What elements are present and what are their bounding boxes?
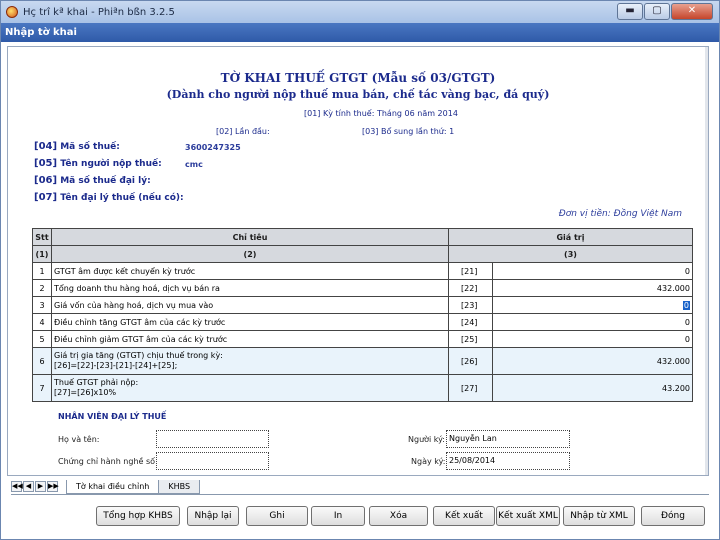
header-value: Giá trị: [448, 228, 693, 246]
certificate-input[interactable]: [156, 452, 269, 470]
row-desc-line: Giá trị gia tăng (GTGT) chịu thuế trong …: [54, 351, 223, 360]
table-row: 3 Giá vốn của hàng hoá, dịch vụ mua vào …: [32, 296, 693, 314]
import-xml-button[interactable]: Nhập từ XML: [563, 506, 635, 526]
selected-value[interactable]: 0: [682, 300, 690, 310]
taxpayer-label: [05] Tên người nộp thuế:: [34, 158, 162, 169]
delete-button[interactable]: Xóa: [369, 506, 428, 526]
row-code: [27]: [448, 374, 493, 402]
form-subheading: (Dành cho người nộp thuế mua bán, chế tá…: [166, 88, 550, 101]
row-value-input[interactable]: 432.000: [492, 279, 693, 297]
row-desc: GTGT âm được kết chuyển kỳ trước: [51, 262, 449, 280]
row-value-input[interactable]: 0: [492, 330, 693, 348]
taxpayer-value: cmc: [185, 160, 203, 169]
row-desc: Giá vốn của hàng hoá, dịch vụ mua vào: [51, 296, 449, 314]
table-row: 2 Tổng doanh thu hàng hoá, dịch vụ bán r…: [32, 279, 693, 297]
tax-id-label: [04] Mã số thuế:: [34, 141, 120, 152]
first-tab-button[interactable]: ◀◀: [11, 481, 23, 492]
action-buttons: Tổng hợp KHBS Nhập lại Ghi In Xóa Kết xu…: [1, 506, 719, 528]
row-desc: Giá trị gia tăng (GTGT) chịu thuế trong …: [51, 347, 449, 375]
tab-khbs[interactable]: KHBS: [158, 479, 201, 494]
row-formula: [27]=[26]x10%: [54, 388, 117, 397]
row-code: [22]: [448, 279, 493, 297]
row-code: [26]: [448, 347, 493, 375]
app-logo-icon: [6, 6, 18, 18]
sheet-tabs: ◀◀ ◀ ▶ ▶▶ Tờ khai điều chỉnh KHBS: [11, 479, 711, 494]
row-code: [21]: [448, 262, 493, 280]
export-button[interactable]: Kết xuất: [433, 506, 495, 526]
window-title: Hç trî kª khai - Phiªn bßn 3.2.5: [23, 6, 175, 18]
first-time-label: [02] Lần đầu:: [216, 127, 270, 136]
row-value-input[interactable]: 0: [492, 313, 693, 331]
row-code: [25]: [448, 330, 493, 348]
declaration-table: Stt Chỉ tiêu Giá trị (1) (2) (3) 1 GTGT …: [32, 228, 693, 402]
subheader-1: (1): [32, 245, 52, 263]
agent-section-title: NHÂN VIÊN ĐẠI LÝ THUẾ: [58, 412, 167, 421]
table-row: 1 GTGT âm được kết chuyển kỳ trước [21] …: [32, 262, 693, 280]
maximize-button[interactable]: ▢: [644, 3, 670, 20]
summary-khbs-button[interactable]: Tổng hợp KHBS: [96, 506, 180, 526]
app-window: Hç trî kª khai - Phiªn bßn 3.2.5 ▬ ▢ ✕ N…: [0, 0, 720, 540]
row-stt: 2: [32, 279, 52, 297]
declaration-form: TỜ KHAI THUẾ GTGT (Mẫu số 03/GTGT) (Dành…: [7, 46, 709, 476]
row-desc: Thuế GTGT phải nộp: [27]=[26]x10%: [51, 374, 449, 402]
table-subheader-row: (1) (2) (3): [32, 245, 693, 263]
subheader-3: (3): [448, 245, 693, 263]
title-bar[interactable]: Hç trî kª khai - Phiªn bßn 3.2.5 ▬ ▢ ✕: [1, 1, 719, 23]
row-code: [24]: [448, 313, 493, 331]
next-tab-button[interactable]: ▶: [35, 481, 46, 492]
form-heading: TỜ KHAI THUẾ GTGT (Mẫu số 03/GTGT): [220, 71, 496, 85]
tab-adjusted-declaration[interactable]: Tờ khai điều chỉnh: [66, 479, 160, 494]
header-stt: Stt: [32, 228, 52, 246]
print-button[interactable]: In: [311, 506, 365, 526]
row-code: [23]: [448, 296, 493, 314]
sign-date-label: Ngày ký:: [411, 457, 446, 466]
table-row: 4 Điều chỉnh tăng GTGT âm của các kỳ trư…: [32, 313, 693, 331]
row-value-input[interactable]: 0: [492, 262, 693, 280]
row-desc: Điều chỉnh giảm GTGT âm của các kỳ trước: [51, 330, 449, 348]
header-indicator: Chỉ tiêu: [51, 228, 449, 246]
row-value: 432.000: [492, 347, 693, 375]
agent-name-label: [07] Tên đại lý thuế (nếu có):: [34, 192, 184, 203]
window-controls: ▬ ▢ ✕: [617, 3, 713, 20]
row-stt: 4: [32, 313, 52, 331]
sign-date-input[interactable]: 25/08/2014: [446, 452, 570, 470]
form-caption: Nhập tờ khai: [1, 23, 719, 42]
tab-divider: [11, 494, 709, 495]
agent-name-input[interactable]: [156, 430, 269, 448]
tax-period: [01] Kỳ tính thuế: Tháng 06 năm 2014: [304, 109, 458, 118]
export-xml-button[interactable]: Kết xuất XML: [496, 506, 560, 526]
agent-tax-id-label: [06] Mã số thuế đại lý:: [34, 175, 151, 186]
close-button[interactable]: Đóng: [641, 506, 705, 526]
row-stt: 1: [32, 262, 52, 280]
row-stt: 6: [32, 347, 52, 375]
supplement-label: [03] Bổ sung lần thứ: 1: [362, 127, 455, 136]
signer-input[interactable]: Nguyễn Lan: [446, 430, 570, 448]
certificate-label: Chứng chỉ hành nghề số: [58, 457, 156, 466]
close-window-button[interactable]: ✕: [671, 3, 713, 20]
minimize-button[interactable]: ▬: [617, 3, 643, 20]
row-desc: Tổng doanh thu hàng hoá, dịch vụ bán ra: [51, 279, 449, 297]
agent-name-field-label: Họ và tên:: [58, 435, 100, 444]
row-value: 43.200: [492, 374, 693, 402]
table-header-row: Stt Chỉ tiêu Giá trị: [32, 228, 693, 246]
subheader-2: (2): [51, 245, 449, 263]
table-row: 7 Thuế GTGT phải nộp: [27]=[26]x10% [27] …: [32, 374, 693, 402]
save-button[interactable]: Ghi: [246, 506, 308, 526]
row-value-input-selected[interactable]: 0: [492, 296, 693, 314]
row-stt: 7: [32, 374, 52, 402]
vertical-scrollbar[interactable]: [705, 47, 708, 475]
row-stt: 3: [32, 296, 52, 314]
reset-button[interactable]: Nhập lại: [187, 506, 239, 526]
row-stt: 5: [32, 330, 52, 348]
last-tab-button[interactable]: ▶▶: [47, 481, 59, 492]
currency-unit: Đơn vị tiền: Đồng Việt Nam: [558, 209, 682, 219]
row-desc: Điều chỉnh tăng GTGT âm của các kỳ trước: [51, 313, 449, 331]
table-row: 6 Giá trị gia tăng (GTGT) chịu thuế tron…: [32, 347, 693, 375]
table-row: 5 Điều chỉnh giảm GTGT âm của các kỳ trư…: [32, 330, 693, 348]
tax-id-value: 3600247325: [185, 143, 241, 152]
prev-tab-button[interactable]: ◀: [23, 481, 34, 492]
row-desc-line: Thuế GTGT phải nộp:: [54, 378, 139, 387]
row-formula: [26]=[22]-[23]-[21]-[24]+[25];: [54, 361, 178, 370]
signer-label: Người ký:: [408, 435, 445, 444]
